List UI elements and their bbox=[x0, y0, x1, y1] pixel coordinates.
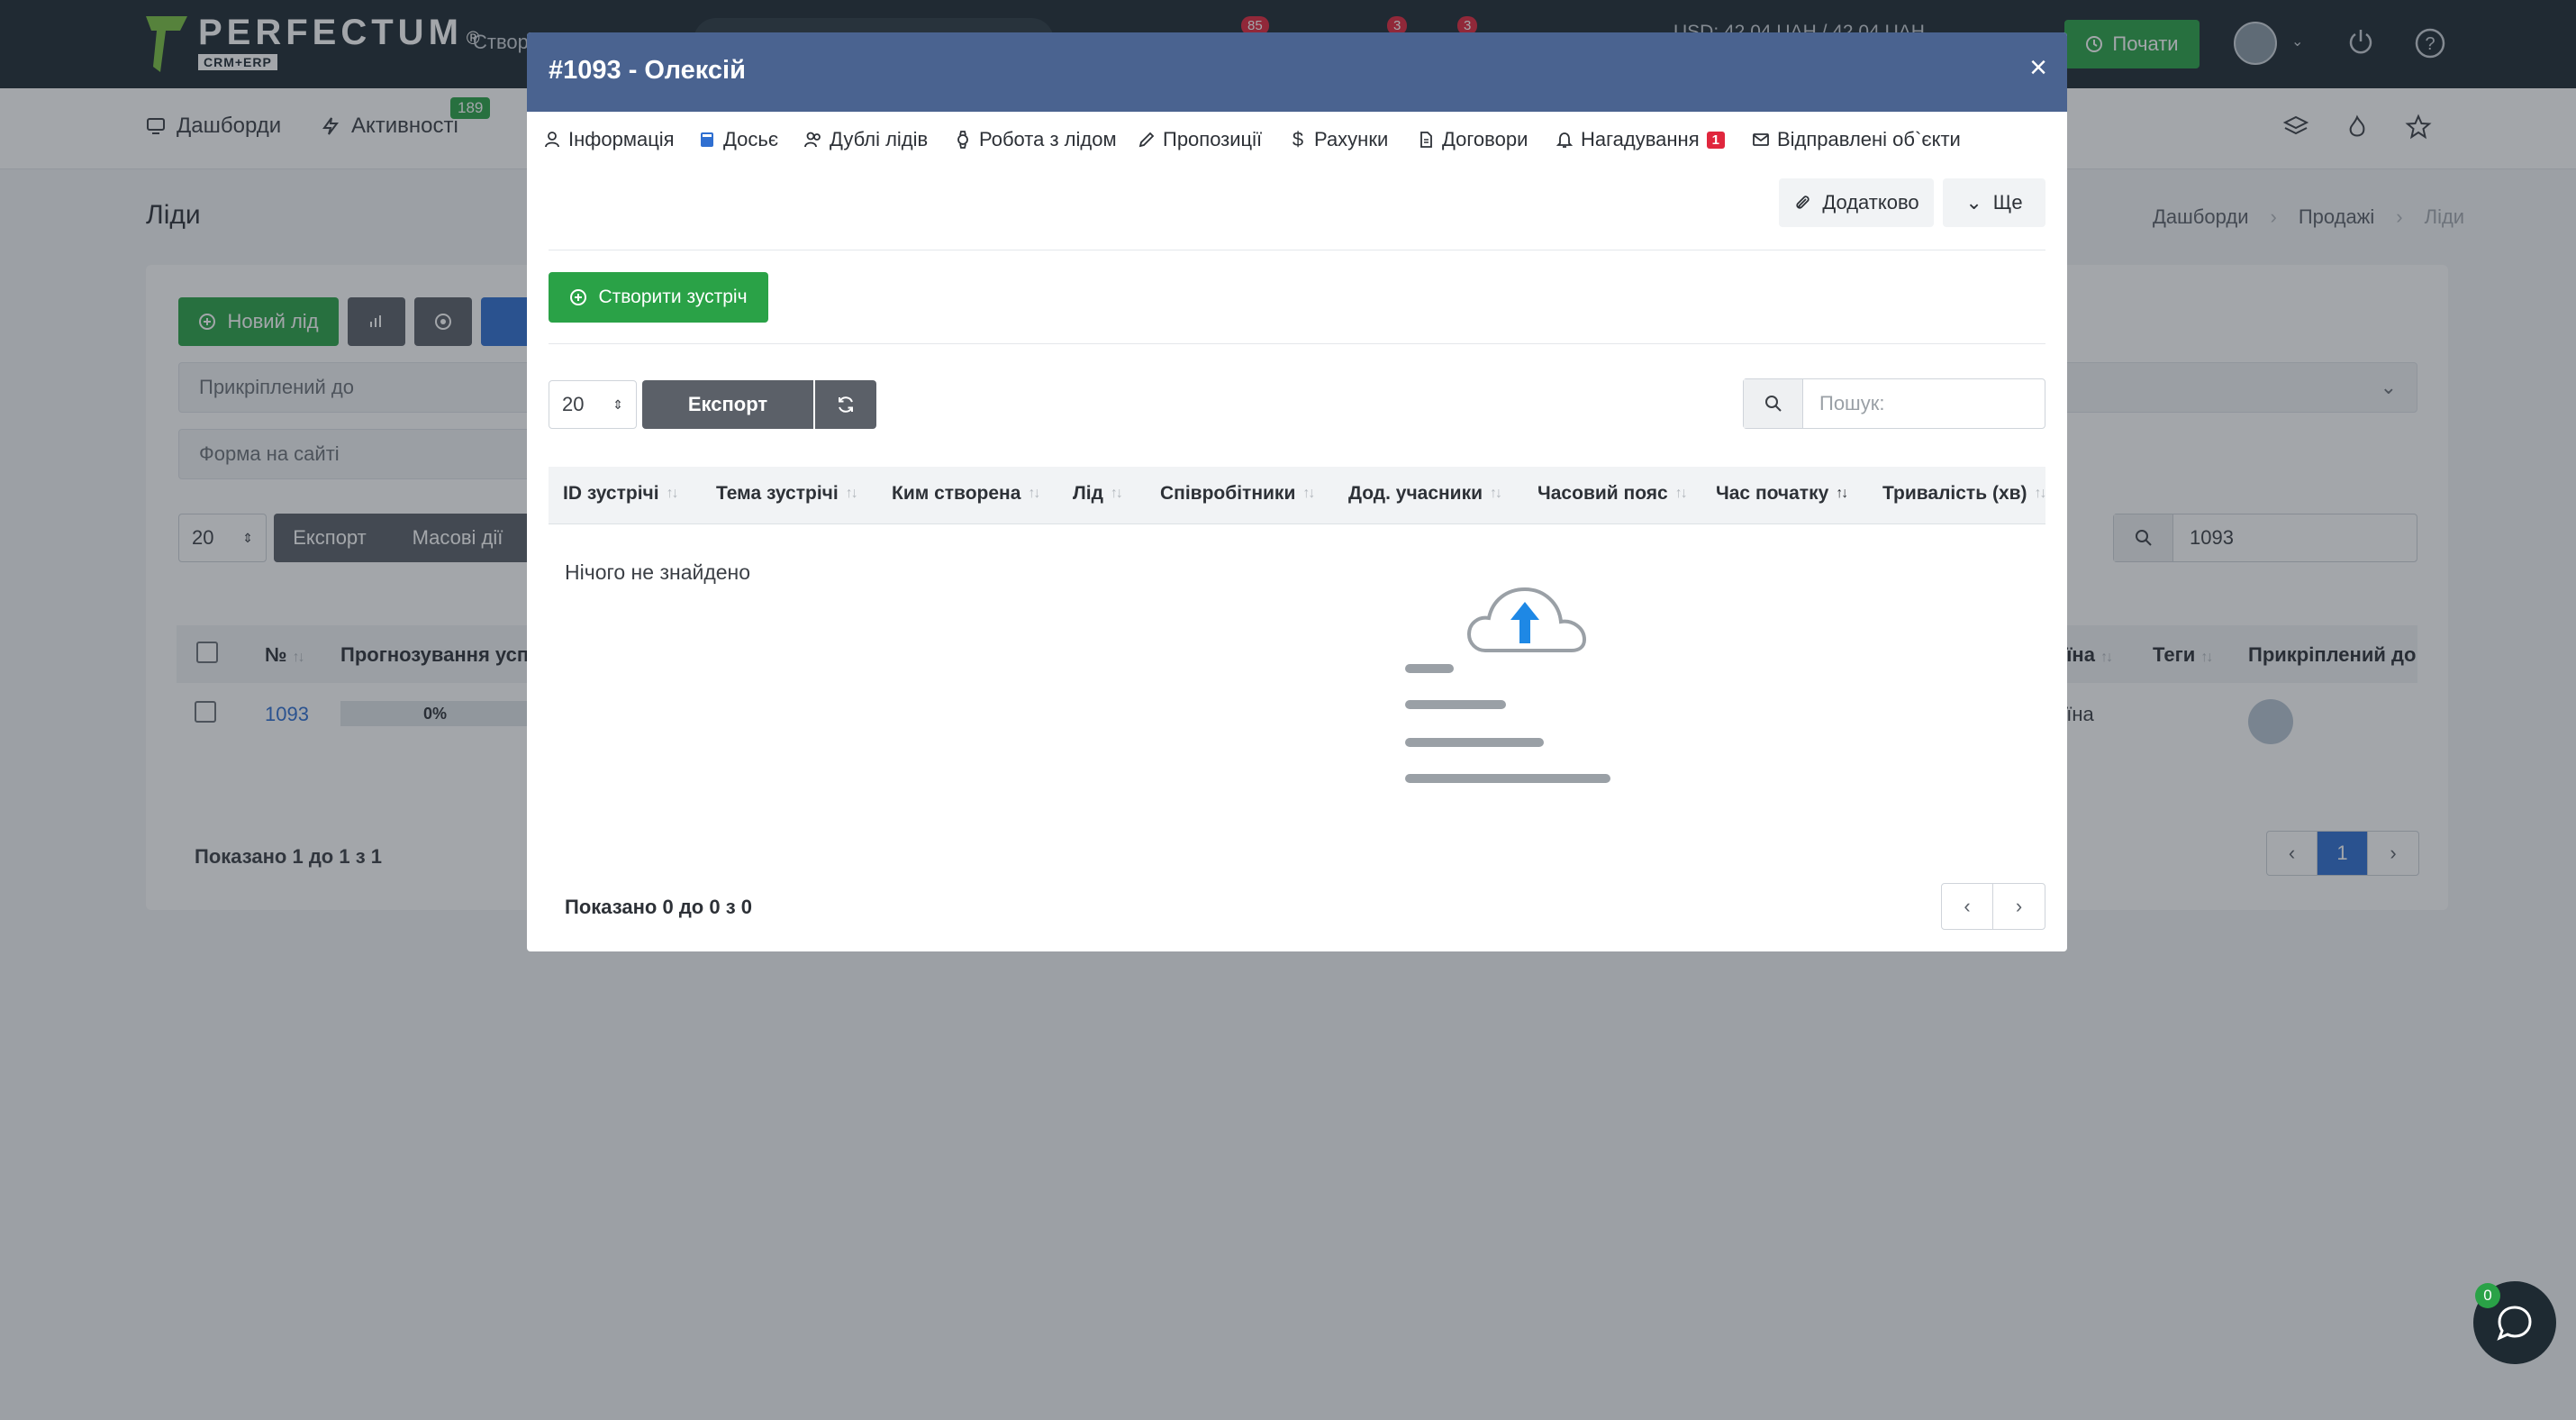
bell-icon bbox=[1556, 132, 1574, 148]
sort-icon: ↑↓ bbox=[1028, 486, 1040, 501]
sort-arrows-icon: ⇕ bbox=[612, 396, 623, 412]
tab-contracts[interactable]: Договори bbox=[1417, 128, 1528, 151]
column-employees[interactable]: Співробітники ↑↓ bbox=[1160, 483, 1315, 505]
sort-icon: ↑↓ bbox=[1490, 486, 1502, 501]
meetings-pagination: ‹ › bbox=[1941, 883, 2045, 930]
meetings-shown-text: Показано 0 до 0 з 0 bbox=[565, 896, 752, 918]
chevron-down-icon: ⌄ bbox=[1965, 191, 1982, 214]
column-timezone[interactable]: Часовий пояс ↑↓ bbox=[1537, 483, 1688, 505]
divider bbox=[549, 343, 2045, 344]
sort-icon: ↑↓ bbox=[1110, 486, 1123, 501]
tab-sent-objects[interactable]: Відправлені об`єкти bbox=[1752, 128, 1961, 151]
pagination-next[interactable]: › bbox=[1993, 884, 2045, 929]
empty-state-text: Нічого не знайдено bbox=[565, 560, 751, 584]
column-meeting-topic[interactable]: Тема зустрічі ↑↓ bbox=[716, 483, 858, 505]
modal-title: #1093 - Олексій bbox=[549, 56, 746, 85]
document-icon bbox=[1420, 132, 1432, 148]
tab-information[interactable]: Інформація bbox=[543, 128, 675, 151]
tab-lead-work[interactable]: Робота з лідом bbox=[954, 128, 1117, 151]
tab-duplicate-leads[interactable]: Дублі лідів bbox=[804, 128, 928, 151]
column-start-time[interactable]: Час початку ↑↓ bbox=[1716, 483, 1848, 505]
column-meeting-id[interactable]: ID зустрічі ↑↓ bbox=[563, 483, 679, 505]
dollar-icon: $ bbox=[1292, 128, 1304, 150]
tab-reminders[interactable]: Нагадування 1 bbox=[1556, 128, 1725, 151]
refresh-button[interactable] bbox=[815, 380, 876, 429]
meetings-search[interactable]: Пошук: bbox=[1743, 378, 2045, 429]
tab-label: Інформація bbox=[568, 128, 675, 150]
additional-button[interactable]: Додатково bbox=[1779, 178, 1934, 227]
create-meeting-button[interactable]: Створити зустріч bbox=[549, 272, 768, 323]
more-label: Ще bbox=[1992, 191, 2023, 214]
column-extra-participants[interactable]: Дод. учасники ↑↓ bbox=[1348, 483, 1502, 505]
book-icon bbox=[701, 132, 713, 147]
lead-modal: #1093 - Олексій × Інформація Досьє Дублі… bbox=[527, 32, 2067, 951]
watch-icon bbox=[957, 131, 968, 149]
sort-active-icon: ↑↓ bbox=[1836, 486, 1848, 501]
sort-icon: ↑↓ bbox=[1674, 486, 1688, 501]
meetings-search-input[interactable]: Пошук: bbox=[1803, 379, 2045, 428]
close-icon[interactable]: × bbox=[2029, 52, 2047, 83]
reminders-badge: 1 bbox=[1706, 131, 1725, 149]
column-lead[interactable]: Лід ↑↓ bbox=[1073, 483, 1123, 505]
refresh-icon bbox=[839, 396, 853, 413]
pagination-prev[interactable]: ‹ bbox=[1942, 884, 1993, 929]
user-icon bbox=[545, 132, 559, 148]
column-created-by[interactable]: Ким створена ↑↓ bbox=[892, 483, 1040, 505]
meetings-export-button[interactable]: Експорт bbox=[642, 380, 813, 429]
tab-label: Досьє bbox=[723, 128, 779, 150]
cloud-upload-icon bbox=[1405, 587, 1610, 783]
sort-icon: ↑↓ bbox=[845, 486, 858, 501]
paperclip-icon bbox=[1796, 196, 1810, 209]
modal-header: #1093 - Олексій × bbox=[527, 32, 2067, 112]
tab-label: Рахунки bbox=[1314, 128, 1389, 150]
tab-label: Дублі лідів bbox=[830, 128, 929, 150]
meetings-per-page-select[interactable]: 20 ⇕ bbox=[549, 380, 637, 429]
more-button[interactable]: ⌄ Ще bbox=[1943, 178, 2045, 227]
tab-proposals[interactable]: Пропозиції bbox=[1138, 128, 1262, 151]
create-meeting-label: Створити зустріч bbox=[598, 287, 748, 307]
chat-badge: 0 bbox=[2475, 1283, 2500, 1308]
users-icon bbox=[804, 132, 821, 148]
plus-circle-icon bbox=[570, 289, 587, 305]
sort-icon: ↑↓ bbox=[1302, 486, 1315, 501]
tab-dossier[interactable]: Досьє bbox=[698, 128, 778, 151]
per-page-value: 20 bbox=[562, 393, 585, 415]
tab-invoices[interactable]: $ Рахунки bbox=[1289, 128, 1388, 151]
tab-label: Відправлені об`єкти bbox=[1777, 128, 1961, 150]
mail-icon bbox=[1753, 133, 1769, 146]
sort-icon: ↑↓ bbox=[2034, 486, 2047, 501]
additional-label: Додатково bbox=[1822, 191, 1919, 214]
tab-label: Договори bbox=[1442, 128, 1528, 150]
tab-label: Робота з лідом bbox=[979, 128, 1117, 150]
search-icon bbox=[1744, 379, 1803, 428]
tab-label: Пропозиції bbox=[1163, 128, 1263, 150]
sort-icon: ↑↓ bbox=[666, 486, 679, 501]
pencil-icon bbox=[1138, 132, 1155, 148]
column-duration[interactable]: Тривалість (хв) ↑↓ bbox=[1882, 483, 2047, 505]
tab-label: Нагадування bbox=[1581, 128, 1700, 150]
chat-bubble-icon bbox=[2497, 1306, 2532, 1341]
